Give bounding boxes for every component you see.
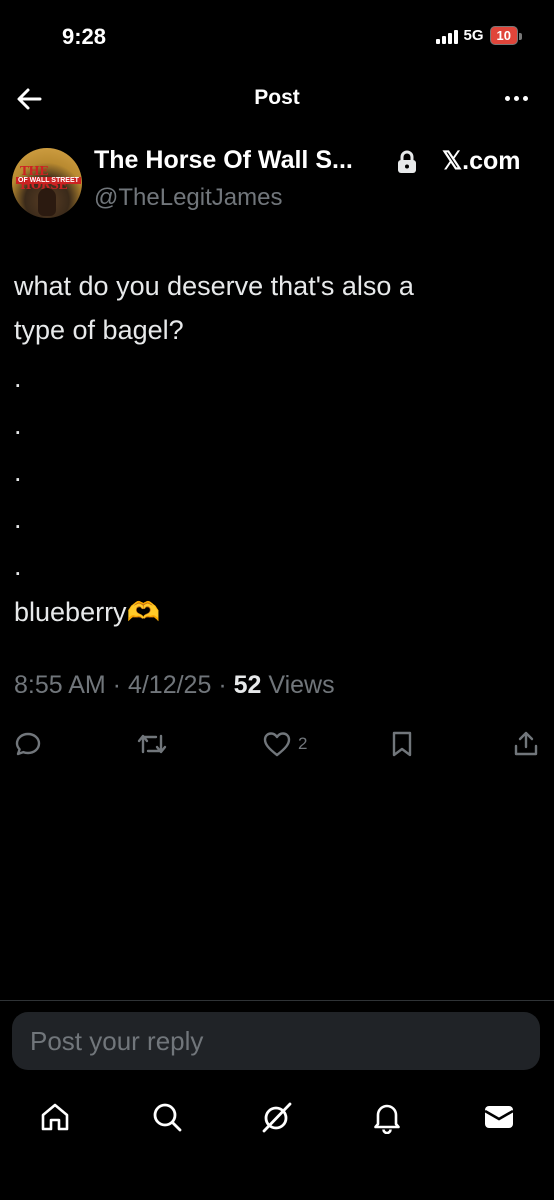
avatar-text-2: OF WALL STREET (16, 177, 81, 184)
grok-icon (262, 1102, 292, 1133)
status-indicators: 5G 10 (435, 26, 523, 45)
xcom-badge[interactable]: 𝕏.com (442, 146, 521, 176)
views-count[interactable]: 52 (234, 671, 262, 699)
lock-icon (396, 150, 418, 174)
post-line-1: what do you deserve that's also a (14, 271, 414, 301)
repost-button[interactable] (136, 729, 168, 759)
horse-head (38, 188, 56, 216)
mail-icon (484, 1106, 514, 1128)
share-icon (514, 731, 538, 756)
battery-indicator: 10 (489, 26, 523, 45)
post-time: 8:55 AM (14, 671, 106, 699)
post-dot: . (14, 504, 22, 534)
author-display-name[interactable]: The Horse Of Wall S... (94, 146, 353, 175)
nav-notifications[interactable] (370, 1100, 404, 1135)
author-handle[interactable]: @TheLegitJames (94, 184, 282, 212)
like-button[interactable]: 2 (262, 729, 307, 759)
heart-icon (263, 732, 291, 757)
nav-search[interactable] (150, 1100, 184, 1134)
post-meta: 8:55 AM · 4/12/25 · 52 Views (14, 671, 335, 699)
reply-icon (15, 732, 41, 756)
signal-icon (435, 28, 458, 44)
home-icon (41, 1103, 69, 1131)
reply-button[interactable] (14, 729, 42, 759)
network-label: 5G (463, 27, 484, 44)
post-text: what do you deserve that's also a type o… (14, 264, 534, 634)
search-icon (153, 1103, 182, 1132)
views-label: Views (268, 671, 335, 699)
bookmark-icon (392, 731, 412, 757)
nav-grok[interactable] (260, 1100, 294, 1134)
reply-input[interactable] (12, 1012, 540, 1070)
status-time: 9:28 (62, 24, 107, 49)
share-button[interactable] (512, 729, 540, 759)
retweet-icon (137, 734, 167, 754)
post-line-final: blueberry🫶 (14, 597, 161, 627)
post-dot: . (14, 410, 22, 440)
avatar[interactable]: THE HORSE OF WALL STREET (12, 148, 82, 218)
bell-icon (374, 1104, 400, 1135)
post-dot: . (14, 551, 22, 581)
nav-messages[interactable] (482, 1100, 516, 1134)
post-date: 4/12/25 (127, 671, 212, 699)
post-dot: . (14, 363, 22, 393)
more-icon (505, 96, 510, 101)
like-count: 2 (298, 734, 308, 753)
divider (0, 1000, 554, 1001)
post-dot: . (14, 457, 22, 487)
post-line-2: type of bagel? (14, 315, 184, 345)
page-title: Post (254, 86, 300, 109)
more-button[interactable] (505, 96, 528, 101)
reply-composer[interactable] (12, 1012, 540, 1070)
bookmark-button[interactable] (390, 729, 414, 759)
nav-home[interactable] (38, 1100, 72, 1134)
